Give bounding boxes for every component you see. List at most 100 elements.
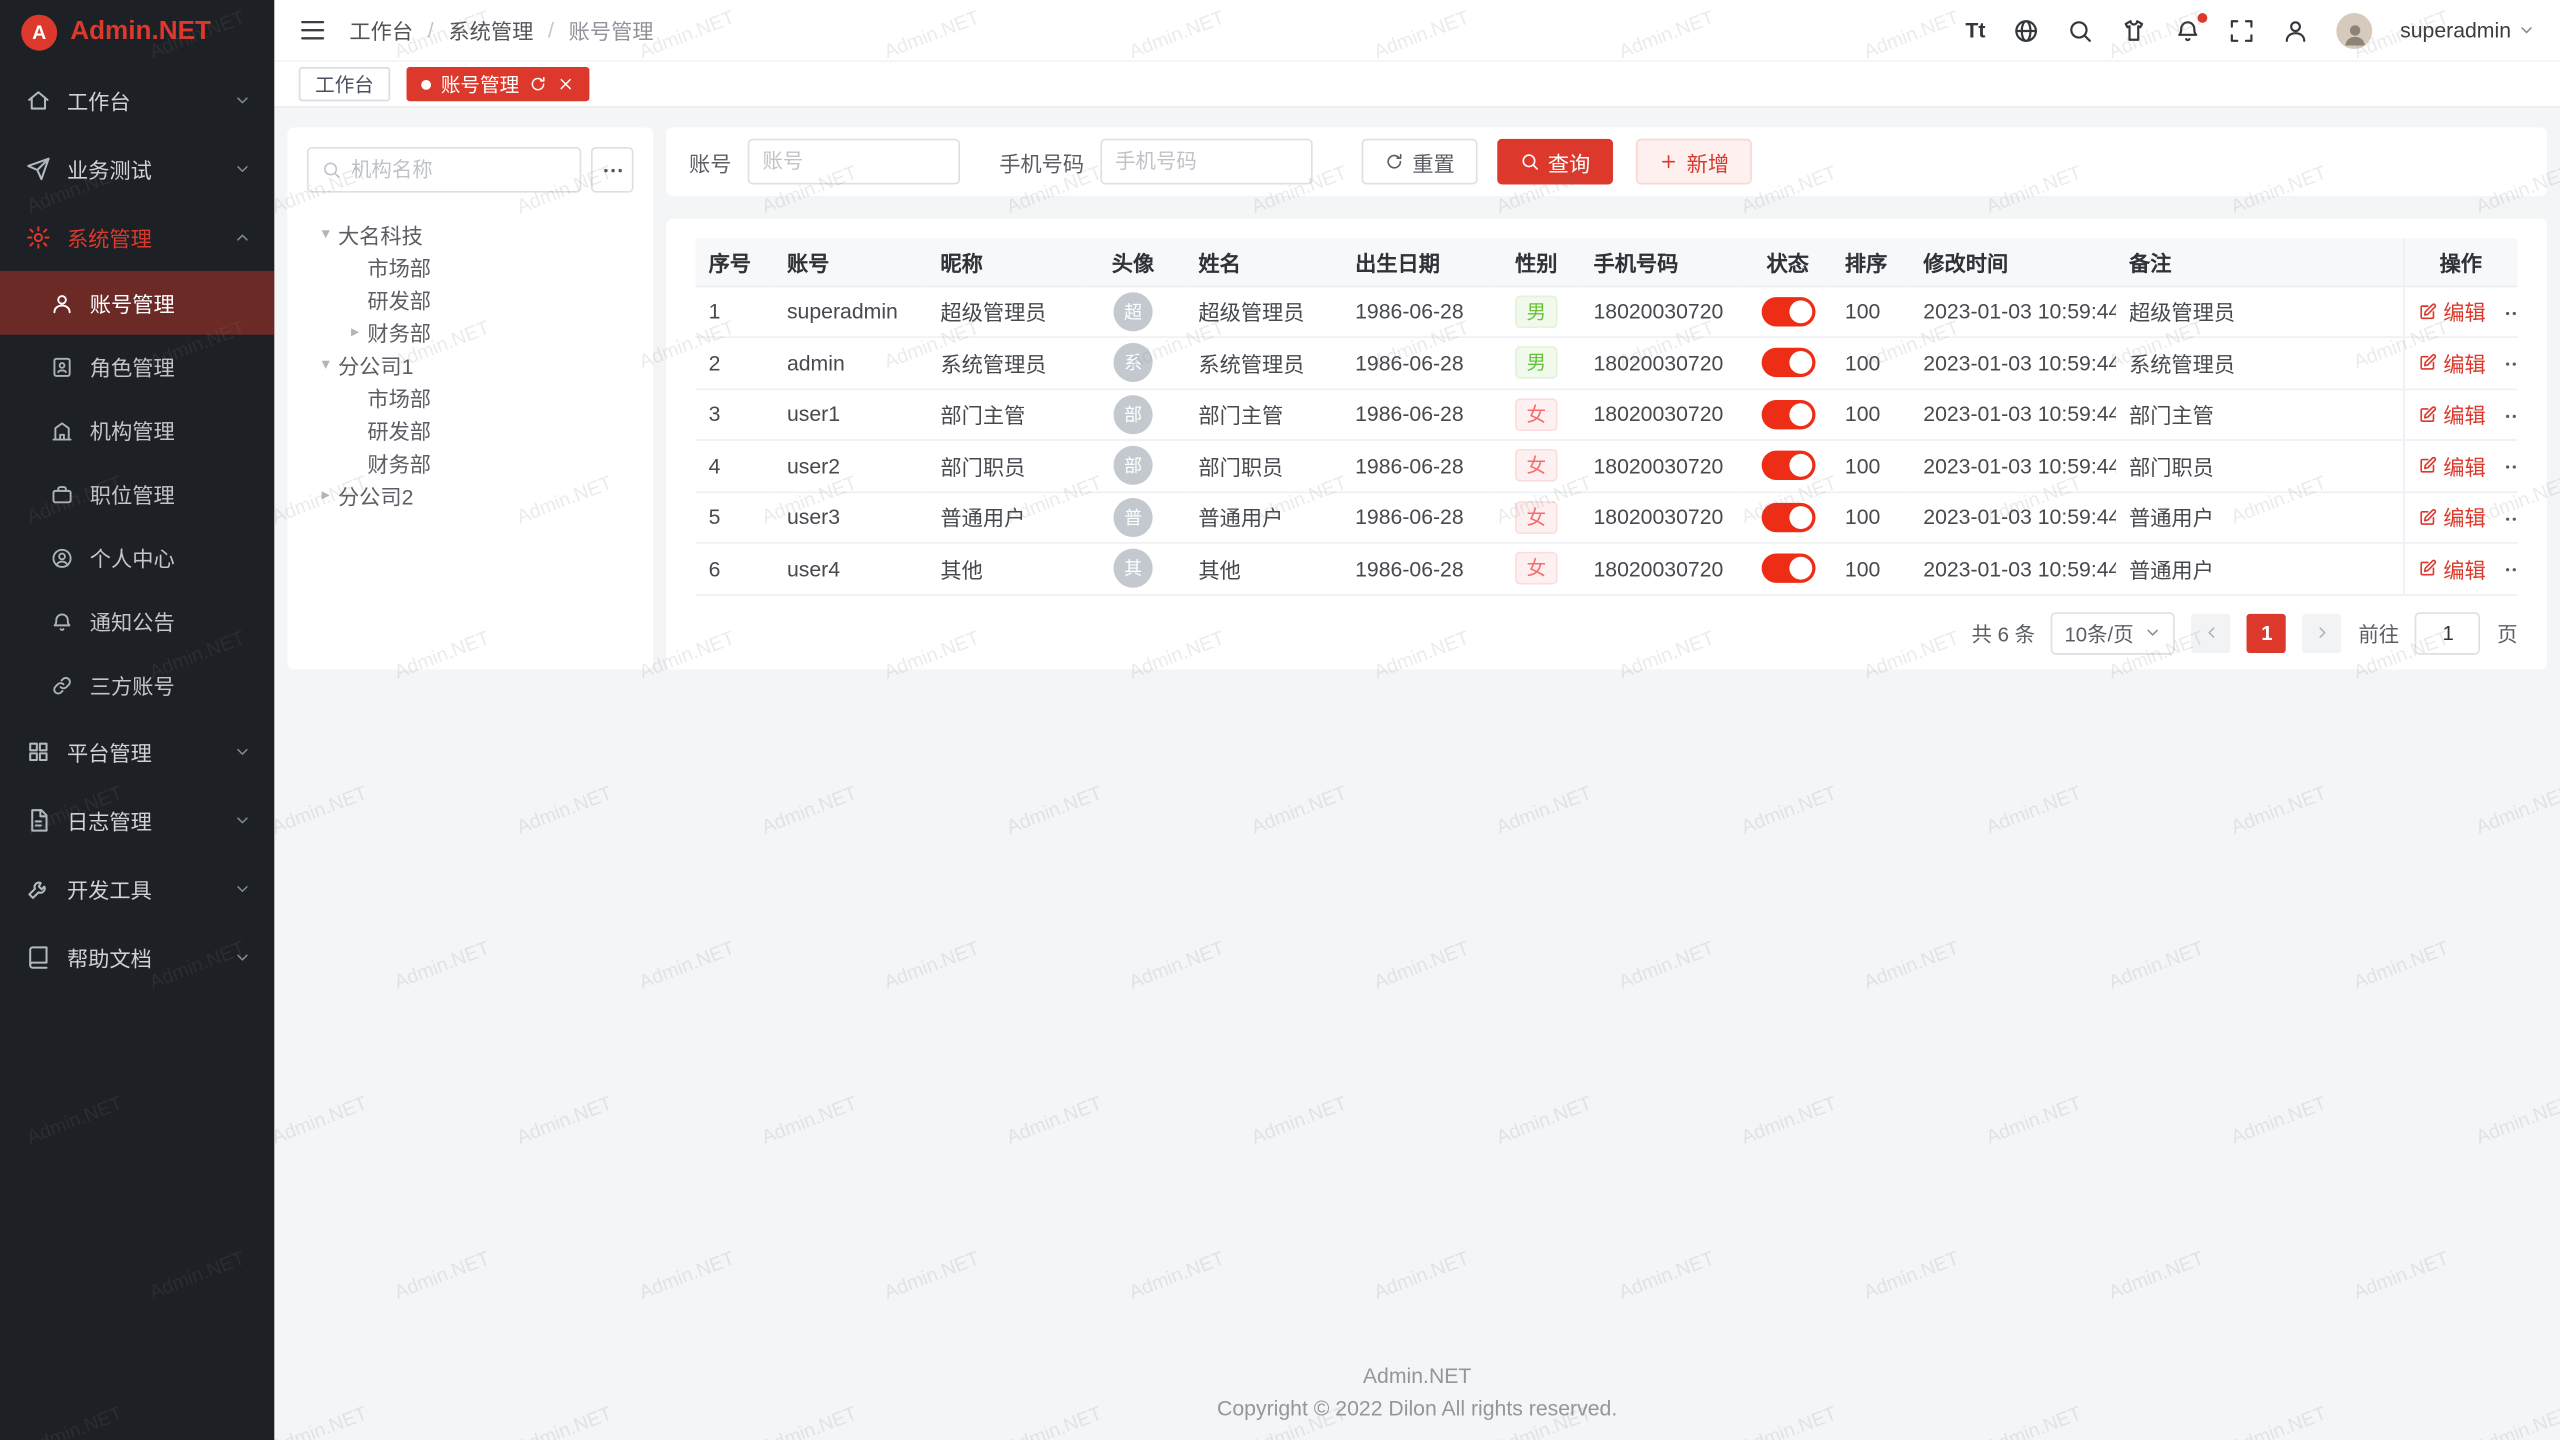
search-button[interactable]: 查询 bbox=[1497, 139, 1613, 185]
cell-name: 普通用户 bbox=[1185, 491, 1342, 542]
table-row: 5 user3 普通用户 普 普通用户 1986-06-28 女 1802003… bbox=[696, 491, 2518, 542]
edit-button[interactable]: 编辑 bbox=[2417, 553, 2486, 584]
font-size-icon[interactable]: Tt bbox=[1965, 17, 1985, 43]
sidebar-item-system-mgmt[interactable]: 系统管理 bbox=[0, 202, 274, 271]
reset-button[interactable]: 重置 bbox=[1362, 139, 1478, 185]
status-toggle[interactable] bbox=[1761, 502, 1815, 531]
cell-nickname: 超级管理员 bbox=[927, 286, 1080, 337]
more-actions-button[interactable] bbox=[2502, 507, 2517, 530]
edit-button[interactable]: 编辑 bbox=[2417, 296, 2486, 327]
cell-name: 部门主管 bbox=[1185, 389, 1342, 440]
menu-collapse-icon[interactable] bbox=[299, 16, 327, 44]
edit-button[interactable]: 编辑 bbox=[2417, 502, 2486, 533]
edit-button[interactable]: 编辑 bbox=[2417, 347, 2486, 378]
status-toggle[interactable] bbox=[1761, 451, 1815, 480]
tab-active-dot bbox=[421, 79, 431, 89]
cell-phone: 18020030720 bbox=[1580, 389, 1743, 440]
toggle-knob bbox=[1789, 403, 1812, 426]
table-row: 3 user1 部门主管 部 部门主管 1986-06-28 女 1802003… bbox=[696, 389, 2518, 440]
edit-button[interactable]: 编辑 bbox=[2417, 399, 2486, 430]
more-actions-button[interactable] bbox=[2502, 559, 2517, 582]
profile-icon[interactable] bbox=[2283, 17, 2309, 43]
account-input-field[interactable] bbox=[762, 150, 945, 173]
sidebar-item-role-mgmt[interactable]: 角色管理 bbox=[0, 335, 274, 399]
toggle-knob bbox=[1789, 300, 1812, 323]
caret-collapsed-icon[interactable]: ▸ bbox=[343, 322, 367, 340]
edit-button[interactable]: 编辑 bbox=[2417, 450, 2486, 481]
cell-avatar: 系 bbox=[1081, 337, 1185, 388]
caret-expanded-icon[interactable]: ▾ bbox=[313, 355, 337, 373]
sidebar-item-dev-tools[interactable]: 开发工具 bbox=[0, 854, 274, 923]
search-icon[interactable] bbox=[2067, 17, 2093, 43]
tree-node[interactable]: ▾ 分公司1 bbox=[307, 348, 634, 381]
cell-remark: 超级管理员 bbox=[2116, 286, 2403, 337]
sidebar-item-org-mgmt[interactable]: 机构管理 bbox=[0, 398, 274, 462]
sidebar-item-business-test[interactable]: 业务测试 bbox=[0, 134, 274, 203]
tab-account-mgmt[interactable]: 账号管理 bbox=[407, 67, 590, 101]
more-actions-button[interactable] bbox=[2502, 456, 2517, 479]
tree-node[interactable]: ▸ 分公司2 bbox=[307, 478, 634, 511]
goto-page-input[interactable] bbox=[2415, 611, 2480, 653]
more-actions-button[interactable] bbox=[2502, 404, 2517, 427]
tree-node[interactable]: ▸ 财务部 bbox=[307, 315, 634, 348]
add-button[interactable]: 新增 bbox=[1636, 139, 1752, 185]
account-input[interactable] bbox=[748, 139, 960, 185]
tab-workbench[interactable]: 工作台 bbox=[299, 67, 390, 101]
prev-page-button[interactable] bbox=[2192, 613, 2231, 652]
chevron-down-icon bbox=[2518, 21, 2536, 39]
cell-modified: 2023-01-03 10:59:44 bbox=[1910, 543, 2116, 594]
tab-close-icon[interactable] bbox=[557, 75, 575, 93]
notification-bell-icon[interactable] bbox=[2175, 17, 2201, 43]
tree-node[interactable]: ▾ 大名科技 bbox=[307, 217, 634, 250]
more-actions-button[interactable] bbox=[2502, 302, 2517, 325]
tree-node[interactable]: 研发部 bbox=[307, 413, 634, 446]
tab-refresh-icon[interactable] bbox=[529, 75, 547, 93]
sidebar-item-workbench[interactable]: 工作台 bbox=[0, 65, 274, 134]
breadcrumb-item[interactable]: 工作台 bbox=[349, 15, 413, 46]
status-toggle[interactable] bbox=[1761, 297, 1815, 326]
caret-collapsed-icon[interactable]: ▸ bbox=[313, 486, 337, 504]
tree-node[interactable]: 研发部 bbox=[307, 282, 634, 315]
avatar[interactable] bbox=[2336, 12, 2372, 48]
page-number-button[interactable]: 1 bbox=[2247, 613, 2286, 652]
tree-node[interactable]: 市场部 bbox=[307, 380, 634, 413]
phone-input-field[interactable] bbox=[1115, 150, 1298, 173]
table-row: 2 admin 系统管理员 系 系统管理员 1986-06-28 男 18020… bbox=[696, 337, 2518, 388]
more-actions-button[interactable] bbox=[2502, 353, 2517, 376]
avatar: 部 bbox=[1113, 446, 1152, 485]
theme-icon[interactable] bbox=[2121, 17, 2147, 43]
tree-node[interactable]: 市场部 bbox=[307, 250, 634, 283]
status-toggle[interactable] bbox=[1761, 400, 1815, 429]
org-more-button[interactable] bbox=[591, 147, 633, 193]
column-header: 头像 bbox=[1081, 238, 1185, 285]
sidebar-item-post-mgmt[interactable]: 职位管理 bbox=[0, 462, 274, 526]
status-toggle[interactable] bbox=[1761, 348, 1815, 377]
tree-node[interactable]: 财务部 bbox=[307, 446, 634, 479]
sidebar-item-notice[interactable]: 通知公告 bbox=[0, 589, 274, 653]
sidebar-item-third-party-account[interactable]: 三方账号 bbox=[0, 653, 274, 717]
chevron-left-icon bbox=[2202, 624, 2220, 642]
org-search-input[interactable] bbox=[307, 147, 581, 193]
page-size-select[interactable]: 10条/页 bbox=[2051, 611, 2175, 653]
org-search-field[interactable] bbox=[351, 158, 567, 181]
sidebar-item-log-mgmt[interactable]: 日志管理 bbox=[0, 785, 274, 854]
logo-text: Admin.NET bbox=[70, 18, 211, 47]
sidebar-menu: 工作台 业务测试 系统管理 账号管理 角色管理 机构管理 bbox=[0, 65, 274, 991]
next-page-button[interactable] bbox=[2303, 613, 2342, 652]
user-menu[interactable]: superadmin bbox=[2400, 18, 2535, 42]
breadcrumb-item[interactable]: 账号管理 bbox=[569, 15, 654, 46]
fullscreen-icon[interactable] bbox=[2229, 17, 2255, 43]
phone-input[interactable] bbox=[1100, 139, 1312, 185]
language-icon[interactable] bbox=[2013, 17, 2039, 43]
cell-nickname: 部门职员 bbox=[927, 440, 1080, 491]
breadcrumb-item[interactable]: 系统管理 bbox=[448, 15, 533, 46]
sidebar-item-help-docs[interactable]: 帮助文档 bbox=[0, 922, 274, 991]
status-toggle[interactable] bbox=[1761, 554, 1815, 583]
sidebar-item-account-mgmt[interactable]: 账号管理 bbox=[0, 271, 274, 335]
logo[interactable]: A Admin.NET bbox=[0, 0, 274, 65]
caret-expanded-icon[interactable]: ▾ bbox=[313, 224, 337, 242]
sidebar-item-platform-mgmt[interactable]: 平台管理 bbox=[0, 717, 274, 786]
gender-badge: 女 bbox=[1515, 449, 1557, 482]
sidebar-item-personal-center[interactable]: 个人中心 bbox=[0, 526, 274, 590]
cell-birthdate: 1986-06-28 bbox=[1342, 389, 1492, 440]
